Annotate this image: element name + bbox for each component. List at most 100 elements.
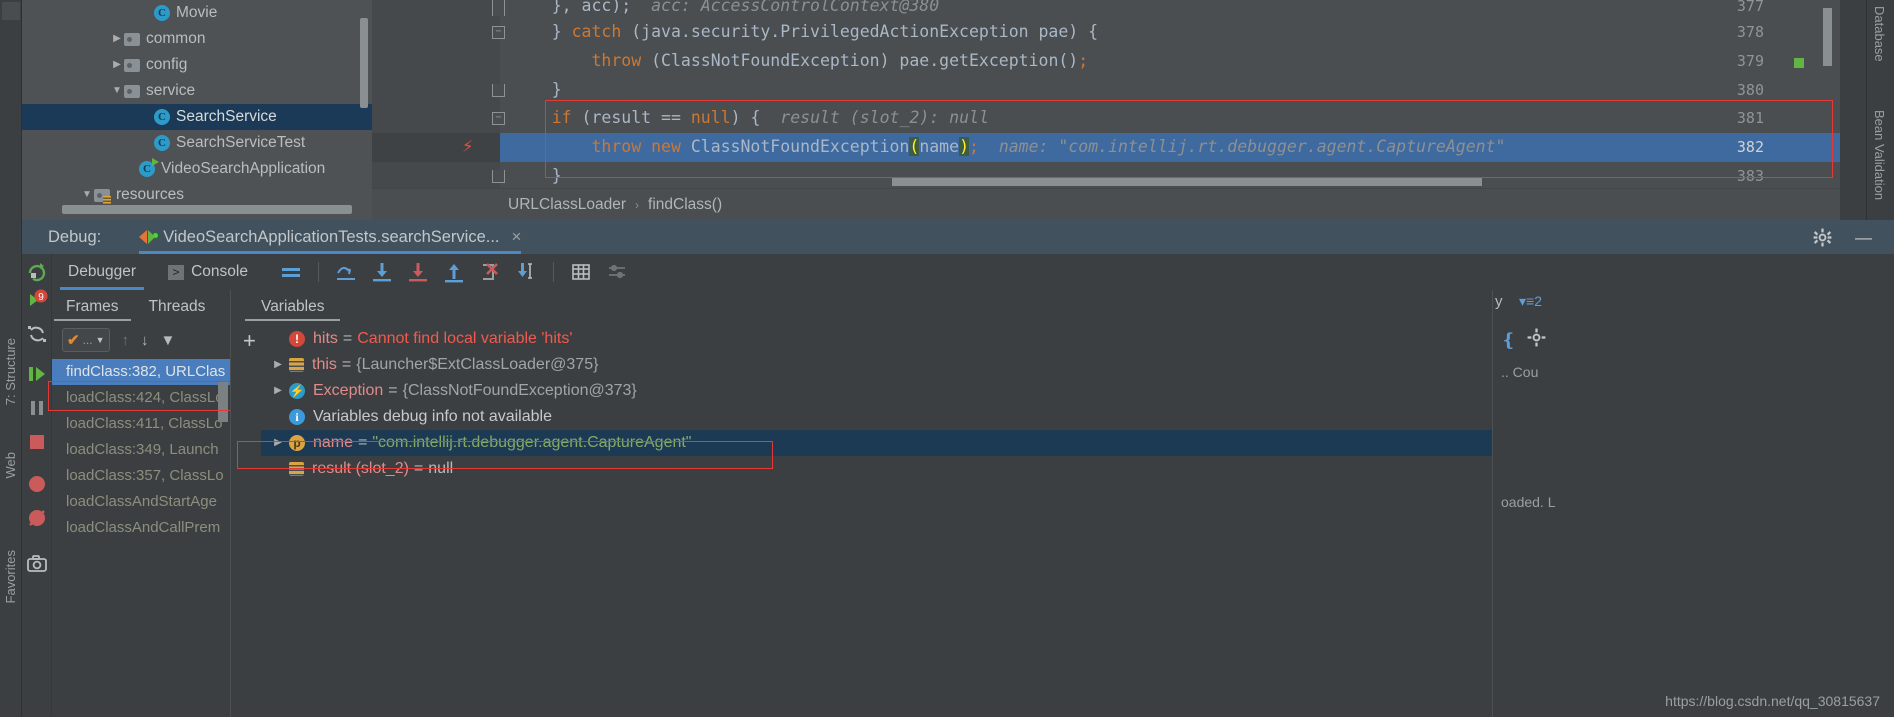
variable-row[interactable]: ▶ result (slot_2)=null [261, 456, 1492, 482]
tab-variables[interactable]: Variables [244, 290, 342, 323]
frames-vscrollbar[interactable] [218, 382, 228, 422]
tree-item-searchservice[interactable]: C SearchService [22, 104, 372, 130]
class-icon: C [154, 134, 170, 151]
variable-row[interactable]: ▶ p name = "com.intellij.rt.debugger.agent.C… [261, 430, 1492, 456]
chevron-down-icon[interactable]: ▼ [110, 78, 124, 104]
variable-row[interactable]: ▶! hits=Cannot find local variable 'hits' [261, 326, 1492, 352]
drop-frame-icon[interactable] [477, 259, 503, 285]
code-line[interactable]: throw new ClassNotFoundException(name); … [512, 137, 1505, 156]
project-tree[interactable]: C Movie ▶ common ▶ config ▼ service C SearchServi… [22, 0, 372, 220]
right-panel-counter[interactable]: ▾≡2 [1519, 293, 1542, 310]
resume-program-icon[interactable] [25, 362, 49, 386]
frame-list-item[interactable]: loadClassAndStartAge [52, 489, 230, 515]
frames-list[interactable]: findClass:382, URLClas loadClass:424, Cla… [52, 359, 230, 541]
variables-list[interactable]: ▶!hits=Cannot find local variable 'hits'… [261, 326, 1492, 482]
right-strip-label-bean-validation[interactable]: Bean Validation [1872, 110, 1887, 200]
tree-item-config[interactable]: ▶ config [22, 52, 372, 78]
step-over-icon[interactable] [333, 259, 359, 285]
breakpoint-stop-icon[interactable]: 9 [25, 288, 49, 312]
arrow-down-icon[interactable]: ↓ [141, 332, 149, 349]
pause-program-icon[interactable] [25, 396, 49, 420]
mute-breakpoints-icon[interactable] [25, 506, 49, 530]
screenshot-icon[interactable] [25, 552, 49, 576]
add-watch-icon[interactable]: + [243, 330, 256, 352]
view-breakpoints-icon[interactable] [25, 472, 49, 496]
step-into-icon[interactable] [369, 259, 395, 285]
variable-row[interactable]: ▶ this = {Launcher$ExtClassLoader@375} [261, 352, 1492, 378]
project-tree-vscrollbar[interactable] [360, 18, 368, 108]
tab-debugger[interactable]: Debugger [52, 254, 152, 290]
code-fold-icon[interactable] [492, 112, 505, 125]
variables-tab-bar: Variables [231, 290, 1492, 323]
tree-item-movie[interactable]: C Movie [22, 0, 372, 26]
left-strip-label-favorites[interactable]: Favorites [3, 550, 18, 603]
breadcrumb-separator-icon: › [635, 197, 640, 212]
settings-gear-icon[interactable] [1813, 228, 1832, 252]
force-step-into-icon[interactable] [405, 259, 431, 285]
tree-item-videosearchapplication[interactable]: C VideoSearchApplication [22, 156, 372, 182]
chevron-right-icon[interactable]: ▶ [110, 26, 124, 52]
frame-list-item[interactable]: loadClass:357, ClassLo [52, 463, 230, 489]
tree-item-label: Movie [176, 4, 218, 21]
tab-frames[interactable]: Frames [54, 290, 130, 323]
close-session-icon[interactable]: × [512, 227, 522, 247]
code-line[interactable]: } [512, 80, 562, 99]
frame-list-item[interactable]: loadClass:411, ClassLo [52, 411, 230, 437]
code-line[interactable]: }, acc); acc: AccessControlContext@380 [512, 0, 939, 15]
chevron-right-icon[interactable]: ▶ [110, 52, 124, 78]
code-editor[interactable]: 377 }, acc); acc: AccessControlContext@3… [372, 0, 1840, 220]
code-fold-icon[interactable] [492, 26, 505, 39]
right-panel-gear-icon[interactable] [1527, 328, 1546, 352]
stop-program-icon[interactable] [25, 430, 49, 454]
thread-selector-dropdown[interactable]: ✔ ... ▼ [62, 328, 110, 352]
mute-breakpoints-toolbar-icon[interactable] [278, 259, 304, 285]
chevron-right-icon[interactable]: ▶ [267, 378, 289, 404]
project-tree-hscrollbar[interactable] [62, 205, 352, 214]
tab-threads[interactable]: Threads [149, 290, 206, 323]
tool-window-nub[interactable] [2, 2, 20, 20]
left-strip-label-structure[interactable]: 7: Structure [3, 338, 18, 405]
code-fold-icon[interactable] [492, 170, 505, 183]
chevron-right-icon[interactable]: ▶ [267, 430, 289, 456]
run-to-cursor-icon[interactable] [513, 259, 539, 285]
code-line[interactable]: throw (ClassNotFoundException) pae.getEx… [512, 51, 1088, 70]
tab-console[interactable]: > Console [152, 254, 264, 290]
code-line[interactable]: } [512, 166, 562, 185]
variable-row[interactable]: ▶ ⚡ Exception = {ClassNotFoundException@373} [261, 378, 1492, 404]
tree-item-service[interactable]: ▼ service [22, 78, 372, 104]
rerun-icon[interactable] [25, 260, 49, 284]
variable-name: Exception [313, 382, 384, 400]
code-line[interactable]: } catch (java.security.PrivilegedActionE… [512, 22, 1098, 41]
code-line[interactable]: if (result == null) { result (slot_2): n… [512, 108, 989, 127]
evaluate-expression-icon[interactable] [568, 259, 594, 285]
code-token: ) [959, 137, 969, 156]
frame-list-item[interactable]: findClass:382, URLClas [52, 359, 230, 385]
breadcrumb[interactable]: URLClassLoader › findClass() [372, 188, 1840, 220]
left-strip-label-web[interactable]: Web [3, 452, 18, 479]
code-fold-icon[interactable] [492, 0, 505, 16]
breadcrumb-method[interactable]: findClass() [648, 196, 722, 214]
frame-list-item[interactable]: loadClassAndCallPrem [52, 515, 230, 541]
frame-list-item[interactable]: loadClass:424, ClassLo [52, 385, 230, 411]
right-strip-label-database[interactable]: Database [1872, 6, 1887, 62]
arrow-up-icon[interactable]: ↑ [122, 332, 130, 349]
editor-vscrollbar[interactable] [1823, 8, 1832, 66]
chevron-right-icon[interactable]: ▶ [267, 352, 289, 378]
minimize-icon[interactable]: — [1855, 228, 1872, 248]
variable-row[interactable]: ▶i Variables debug info not available [261, 404, 1492, 430]
tree-item-common[interactable]: ▶ common [22, 26, 372, 52]
restore-layout-icon[interactable] [25, 322, 49, 346]
code-fold-icon[interactable] [492, 84, 505, 97]
editor-hscrollbar[interactable] [892, 178, 1482, 186]
thread-selector-label: ... [82, 333, 93, 347]
debug-session-tab[interactable]: VideoSearchApplicationTests.searchServic… [139, 220, 522, 254]
step-out-icon[interactable] [441, 259, 467, 285]
tree-item-searchservicetest[interactable]: C SearchServiceTest [22, 130, 372, 156]
layout-settings-icon[interactable] [604, 259, 630, 285]
breadcrumb-class[interactable]: URLClassLoader [508, 196, 626, 214]
filter-icon[interactable]: ▼ [161, 332, 176, 349]
running-indicator-icon [152, 232, 160, 239]
frame-list-item[interactable]: loadClass:349, Launch [52, 437, 230, 463]
